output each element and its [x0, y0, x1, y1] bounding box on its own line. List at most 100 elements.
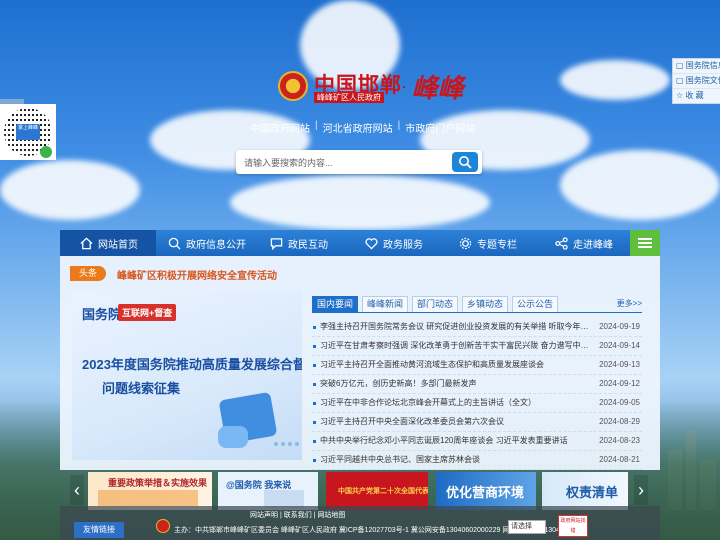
news-title: 李强主持召开国务院常务会议 研究促进创业投资发展的有关举措 听取今年粮食生产形.… — [320, 322, 590, 331]
cloud — [0, 160, 140, 220]
strip-next-button[interactable]: › — [634, 475, 648, 505]
chat-icon — [270, 237, 283, 250]
menu-icon-line — [638, 242, 652, 244]
footer-link-contact[interactable]: 联系我们 — [284, 512, 312, 519]
nav-label: 政民互动 — [288, 239, 328, 251]
search-input[interactable]: 请输入要搜索的内容... — [244, 156, 333, 169]
link-china-gov[interactable]: 中国政府网站 — [250, 120, 310, 135]
nav-item-about[interactable]: 走进峰峰 — [555, 230, 613, 256]
gov-error-report-badge[interactable]: 政府网站找错 — [558, 515, 588, 537]
news-item[interactable]: 习近平同越共中央总书记、国家主席苏林会谈 2024-08-21 — [312, 451, 642, 470]
menu-icon-line — [638, 238, 652, 240]
news-date: 2024-09-05 — [599, 398, 640, 407]
share-icon — [555, 236, 568, 250]
tab-department-news[interactable]: 部门动态 — [412, 296, 458, 313]
headline-bar: 头条 峰峰矿区积极开展网络安全宣传活动 — [70, 266, 650, 282]
nav-label: 政府信息公开 — [186, 239, 246, 251]
qr-center-label: 掌上峰峰 — [16, 124, 40, 140]
news-item[interactable]: 习近平主持召开中央全面深化改革委员会第六次会议 2024-08-29 — [312, 413, 642, 432]
home-icon — [80, 237, 93, 249]
card-label: 权责清单 — [566, 485, 619, 500]
cloud — [560, 60, 670, 100]
nav-label: 政务服务 — [383, 239, 423, 251]
chat-bubble-illustration — [218, 426, 248, 448]
logo-calligraphy: 峰峰 — [411, 73, 464, 104]
news-date: 2024-08-29 — [599, 417, 640, 426]
card-label: 中国共产党第二十次全国代表大会 — [338, 488, 428, 495]
news-title: 中共中央举行纪念邓小平同志诞辰120周年座谈会 习近平发表重要讲话 — [320, 436, 568, 445]
float-item-gov-info[interactable]: ▢ 国务院信息 — [673, 59, 720, 74]
news-title: 习近平主持召开全面推动黄河流域生态保护和高质量发展座谈会 — [320, 360, 544, 369]
right-float-panel: ▢ 国务院信息 ▢ 国务院文件 ☆ 收 藏 — [672, 58, 720, 104]
news-item[interactable]: 习近平在甘肃考察时强调 深化改革勇于创新苦干实干富民兴陇 奋力谱写中国式现代化.… — [312, 337, 642, 356]
search-button[interactable] — [452, 152, 478, 172]
news-item[interactable]: 习近平主持召开全面推动黄河流域生态保护和高质量发展座谈会 2024-09-13 — [312, 356, 642, 375]
menu-button[interactable] — [630, 230, 660, 256]
friend-links-button[interactable]: 友情链接 — [74, 522, 124, 538]
banner-card-business-env[interactable]: 优化营商环境 — [436, 472, 536, 510]
news-date: 2024-09-14 — [599, 341, 640, 350]
more-link[interactable]: 更多>> — [617, 298, 642, 309]
feature-banner[interactable]: 国务院 互联网+督查 2023年度国务院推动高质量发展综合督查 问题线索征集 — [72, 292, 302, 460]
banner-title-line1: 2023年度国务院推动高质量发展综合督查 — [82, 357, 302, 372]
news-title: 突破6万亿元，创历史新高！多部门最新发声 — [320, 379, 477, 388]
tab-underline — [312, 312, 642, 313]
news-date: 2024-09-13 — [599, 360, 640, 369]
news-title: 习近平在中非合作论坛北京峰会开幕式上的主旨讲话（全文） — [320, 398, 536, 407]
banner-title-line2: 问题线索征集 — [102, 381, 181, 396]
national-emblem-icon — [278, 71, 308, 101]
banner-card-policy[interactable]: 重要政策举措＆实施效果 — [88, 472, 212, 510]
nav-label: 走进峰峰 — [573, 239, 613, 251]
qr-code[interactable]: 掌上峰峰 — [0, 104, 56, 160]
carousel-dots[interactable] — [274, 442, 299, 446]
float-item-gov-docs[interactable]: ▢ 国务院文件 — [673, 74, 720, 89]
nav-item-topics[interactable]: 专题专栏 — [459, 230, 517, 256]
news-item[interactable]: 中共中央举行纪念邓小平同志诞辰120周年座谈会 习近平发表重要讲话 2024-08… — [312, 432, 642, 451]
footer-links: 网站声明 | 联系我们 | 网站地图 — [250, 512, 346, 519]
strip-prev-button[interactable]: ‹ — [70, 475, 84, 505]
banner-tag: 互联网+督查 — [118, 304, 177, 321]
tab-township-news[interactable]: 乡镇动态 — [462, 296, 508, 313]
nav-item-gov-info[interactable]: 政府信息公开 — [168, 230, 246, 256]
main-nav: 网站首页 政府信息公开 政民互动 政务服务 专题专栏 走进峰峰 — [60, 230, 660, 256]
news-title: 习近平在甘肃考察时强调 深化改革勇于创新苦干实干富民兴陇 奋力谱写中国式现代化.… — [320, 341, 590, 350]
logo-subtitle: 峰峰矿区人民政府 — [314, 92, 384, 103]
link-city-gov[interactable]: 市政府门户网站 — [405, 120, 475, 135]
gear-icon — [459, 237, 472, 249]
site-logo[interactable]: 中国邯郸· 峰峰 峰峰矿区人民政府 — [278, 66, 464, 106]
news-title: 习近平同越共中央总书记、国家主席苏林会谈 — [320, 455, 480, 464]
news-tabs: 国内要闻 峰峰新闻 部门动态 乡镇动态 公示公告 更多>> — [312, 296, 642, 313]
search-bar: 请输入要搜索的内容... — [236, 150, 482, 174]
banner-card-20th-congress[interactable]: 中国共产党第二十次全国代表大会 — [326, 472, 428, 510]
footer-link-sitemap[interactable]: 网站地图 — [317, 512, 345, 519]
separator: | — [315, 120, 318, 131]
news-title: 习近平主持召开中央全面深化改革委员会第六次会议 — [320, 417, 504, 426]
card-label: 重要政策举措＆实施效果 — [108, 478, 208, 488]
tab-domestic-news[interactable]: 国内要闻 — [312, 296, 358, 313]
banner-card-gwy-feedback[interactable]: @国务院 我来说 — [218, 472, 318, 510]
news-item[interactable]: 习近平在中非合作论坛北京峰会开幕式上的主旨讲话（全文） 2024-09-05 — [312, 394, 642, 413]
news-date: 2024-08-21 — [599, 455, 640, 464]
menu-icon-line — [638, 246, 652, 248]
heart-icon — [365, 237, 378, 250]
nav-item-interaction[interactable]: 政民互动 — [270, 230, 328, 256]
banner-card-power-list[interactable]: 权责清单 — [542, 472, 628, 510]
tab-fengfeng-news[interactable]: 峰峰新闻 — [362, 296, 408, 313]
float-item-favorite[interactable]: ☆ 收 藏 — [673, 89, 720, 103]
news-list: 李强主持召开国务院常务会议 研究促进创业投资发展的有关举措 听取今年粮食生产形.… — [312, 318, 642, 470]
friend-links-select[interactable]: 请选择 — [508, 520, 546, 534]
footer-link-statement[interactable]: 网站声明 — [250, 512, 278, 519]
nav-item-home[interactable]: 网站首页 — [60, 230, 156, 256]
search-icon — [459, 156, 472, 169]
link-hebei-gov[interactable]: 河北省政府网站 — [323, 120, 393, 135]
news-item[interactable]: 突破6万亿元，创历史新高！多部门最新发声 2024-09-12 — [312, 375, 642, 394]
headline-link[interactable]: 峰峰矿区积极开展网络安全宣传活动 — [117, 267, 277, 282]
banner-brand: 国务院 — [82, 307, 122, 322]
nav-item-services[interactable]: 政务服务 — [365, 230, 423, 256]
news-item[interactable]: 李强主持召开国务院常务会议 研究促进创业投资发展的有关举措 听取今年粮食生产形.… — [312, 318, 642, 337]
tab-notices[interactable]: 公示公告 — [512, 296, 558, 313]
news-date: 2024-09-19 — [599, 322, 640, 331]
nav-label: 网站首页 — [98, 239, 138, 251]
search-doc-icon — [168, 237, 181, 250]
separator: | — [397, 120, 401, 131]
